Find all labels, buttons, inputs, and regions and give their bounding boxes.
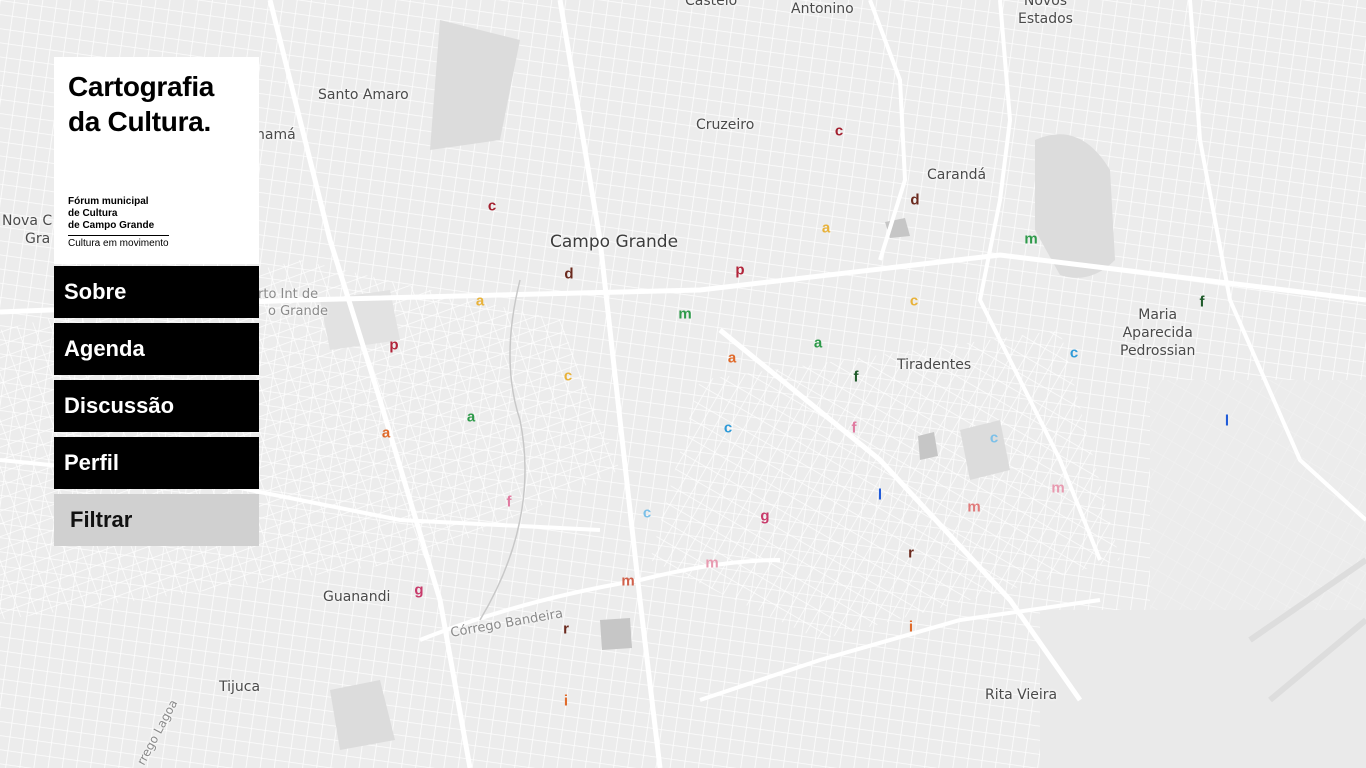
place-caranda: Carandá [927, 167, 987, 183]
map-marker[interactable]: a [476, 294, 484, 309]
place-campo-grande: Campo Grande [550, 232, 679, 252]
place-nova-line1: Nova C [2, 213, 53, 229]
map-marker[interactable]: g [414, 583, 423, 598]
place-tiradentes: Tiradentes [897, 357, 972, 373]
place-nova-campo-grande: Nova C Gra [2, 212, 52, 248]
map-marker[interactable]: c [643, 506, 651, 521]
place-novos-estados-line2: Estados [1018, 11, 1073, 28]
forum-divider [68, 235, 169, 236]
map-marker[interactable]: c [724, 421, 732, 436]
map-marker[interactable]: c [835, 124, 843, 139]
place-cruzeiro: Cruzeiro [696, 117, 755, 133]
place-maria-line3: Pedrossian [1120, 343, 1196, 360]
place-aeroporto-line2: o Grande [268, 303, 328, 319]
map-marker[interactable]: m [1051, 481, 1064, 496]
map-marker[interactable]: p [735, 263, 744, 278]
map-marker[interactable]: p [389, 338, 398, 353]
place-novos-estados-line1: Novos [1023, 0, 1068, 9]
map-marker[interactable]: c [564, 369, 572, 384]
map-marker[interactable]: a [814, 336, 822, 351]
place-nova-line2: Gra [25, 231, 51, 248]
forum-line2: de Cultura [68, 208, 118, 219]
map-marker[interactable]: f [507, 495, 512, 510]
place-novos-estados: Novos Estados [1018, 0, 1073, 28]
map-marker[interactable]: f [852, 421, 857, 436]
nav-discussao-button[interactable]: Discussão [54, 380, 259, 432]
forum-logo-text: Fórum municipal de Cultura de Campo Gran… [68, 196, 154, 232]
map-marker[interactable]: c [990, 431, 998, 446]
map-marker[interactable]: m [967, 500, 980, 515]
map-marker[interactable]: i [909, 620, 913, 635]
map-marker[interactable]: c [488, 199, 496, 214]
place-aeroporto-line1: rto Int de [258, 287, 319, 302]
place-panama: namá [256, 127, 296, 143]
map-marker[interactable]: f [854, 370, 859, 385]
map-marker[interactable]: f [1200, 295, 1205, 310]
map-marker[interactable]: a [382, 426, 390, 441]
place-antonino: Antonino [791, 1, 854, 17]
nav-perfil-button[interactable]: Perfil [54, 437, 259, 489]
map-marker[interactable]: r [563, 622, 569, 637]
map-marker[interactable]: d [564, 267, 573, 282]
place-tijuca: Tijuca [219, 679, 261, 695]
map-marker[interactable]: a [467, 410, 475, 425]
map-marker[interactable]: g [760, 509, 769, 524]
map-marker[interactable]: a [728, 351, 736, 366]
place-aeroporto: rto Int de o Grande [258, 287, 328, 321]
brand-card: Cartografia da Cultura. Fórum municipal … [54, 57, 259, 264]
place-maria-line2: Aparecida [1122, 325, 1193, 342]
forum-tagline: Cultura em movimento [68, 238, 169, 249]
map-marker[interactable]: a [822, 221, 830, 236]
map-marker[interactable]: l [1225, 414, 1229, 429]
map-marker[interactable]: d [910, 193, 919, 208]
map-marker[interactable]: c [1070, 346, 1078, 361]
place-guanandi: Guanandi [323, 589, 391, 605]
map-marker[interactable]: m [1024, 232, 1037, 247]
map-marker[interactable]: l [878, 488, 882, 503]
forum-line1: Fórum municipal [68, 196, 149, 207]
app-title: Cartografia da Cultura. [68, 69, 245, 139]
map-marker[interactable]: c [910, 294, 918, 309]
filter-button[interactable]: Filtrar [54, 494, 259, 546]
place-maria-line1: Maria [1138, 307, 1178, 323]
map-marker[interactable]: i [564, 694, 568, 709]
map-marker[interactable]: r [908, 546, 914, 561]
app-title-line1: Cartografia [68, 71, 215, 102]
forum-line3: de Campo Grande [68, 220, 155, 231]
map-marker[interactable]: m [705, 556, 718, 571]
place-maria-aparecida-pedrossian: Maria Aparecida Pedrossian [1120, 306, 1195, 361]
nav-agenda-button[interactable]: Agenda [54, 323, 259, 375]
side-panel: Cartografia da Cultura. Fórum municipal … [54, 57, 259, 546]
place-castelo: Castelo [685, 0, 738, 9]
map-marker[interactable]: m [621, 574, 634, 589]
nav-sobre-button[interactable]: Sobre [54, 266, 259, 318]
map-marker[interactable]: m [678, 307, 691, 322]
app-title-line2: da Cultura. [68, 106, 211, 137]
place-rita-vieira: Rita Vieira [985, 687, 1058, 703]
place-santo-amaro: Santo Amaro [318, 87, 409, 103]
